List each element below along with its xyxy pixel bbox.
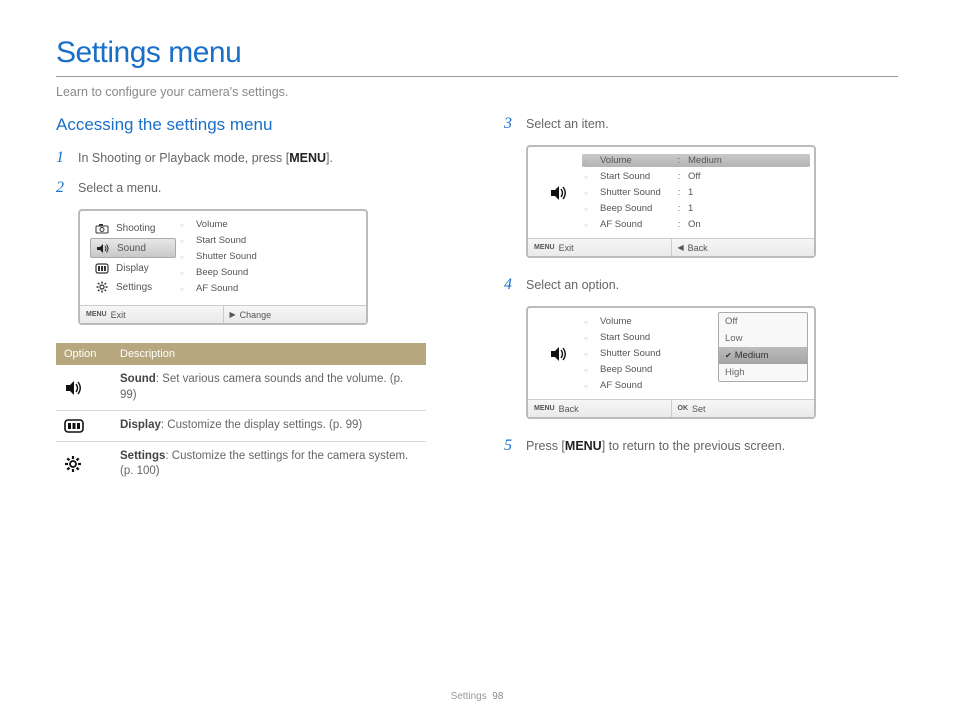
table-head-description: Description: [112, 343, 426, 365]
step-5-text-b: ] to return to the previous screen.: [602, 439, 785, 453]
menu-item-sound: Sound: [90, 238, 176, 258]
gear-icon: [94, 281, 110, 293]
speaker-icon: [95, 242, 111, 254]
menu-item-display: Display: [90, 259, 176, 277]
section-heading: Accessing the settings menu: [56, 115, 456, 135]
menu-item-shooting: Shooting: [90, 219, 176, 237]
footer-back: MENUBack: [528, 400, 671, 417]
footer-change: ▶Change: [223, 306, 367, 323]
display-icon: [56, 411, 112, 442]
menu-key-icon: MENU: [534, 405, 555, 412]
menu-item-settings: Settings: [90, 278, 176, 296]
step-number: 1: [56, 149, 70, 167]
table-row: Settings: Customize the settings for the…: [56, 441, 426, 487]
option-medium: Medium: [719, 347, 807, 364]
step-3: 3 Select an item.: [504, 115, 864, 133]
table-row: Display: Customize the display settings.…: [56, 411, 426, 442]
step-1-text-b: ].: [326, 151, 333, 165]
menu-key: MENU: [289, 151, 326, 165]
step-5: 5 Press [MENU] to return to the previous…: [504, 437, 864, 455]
options-table: Option Description Sound: Set various ca…: [56, 343, 426, 487]
menu-key: MENU: [565, 439, 602, 453]
left-arrow-icon: ◀: [678, 243, 684, 252]
table-row: Sound: Set various camera sounds and the…: [56, 365, 426, 411]
footer-set: OKSet: [671, 400, 815, 417]
step-5-text-a: Press [: [526, 439, 565, 453]
menu-key-icon: MENU: [86, 311, 107, 318]
gear-icon: [56, 441, 112, 487]
step-number: 3: [504, 115, 518, 133]
step-4-text: Select an option.: [526, 278, 619, 292]
step-1-text-a: In Shooting or Playback mode, press [: [78, 151, 289, 165]
lcd-item-select: Volume:Medium Start Sound:Off Shutter So…: [526, 145, 816, 258]
page-footer: Settings 98: [0, 691, 954, 702]
step-3-text: Select an item.: [526, 117, 609, 131]
table-head-option: Option: [56, 343, 112, 365]
speaker-icon: [56, 365, 112, 411]
speaker-icon: [549, 185, 569, 201]
camera-icon: [94, 222, 110, 234]
option-high: High: [719, 364, 807, 381]
step-4: 4 Select an option.: [504, 276, 864, 294]
speaker-icon: [549, 346, 569, 362]
lcd-option-select: Volume Start Sound Shutter Sound Beep So…: [526, 306, 816, 419]
option-off: Off: [719, 313, 807, 330]
step-2-text: Select a menu.: [78, 181, 161, 195]
option-low: Low: [719, 330, 807, 347]
step-2: 2 Select a menu.: [56, 179, 456, 197]
step-number: 2: [56, 179, 70, 197]
page-title: Settings menu: [56, 36, 898, 70]
page-subtitle: Learn to configure your camera's setting…: [56, 85, 898, 99]
display-icon: [94, 262, 110, 274]
step-1: 1 In Shooting or Playback mode, press [M…: [56, 149, 456, 167]
menu-key-icon: MENU: [534, 244, 555, 251]
option-dropdown: Off Low Medium High: [718, 312, 808, 382]
footer-back: ◀Back: [671, 239, 815, 256]
footer-exit: MENUExit: [528, 239, 671, 256]
ok-key-icon: OK: [678, 405, 689, 412]
lcd-menu-select: Shooting Sound Display: [78, 209, 368, 325]
right-arrow-icon: ▶: [230, 310, 236, 319]
footer-exit: MENUExit: [80, 306, 223, 323]
title-rule: [56, 76, 898, 77]
step-number: 5: [504, 437, 518, 455]
step-number: 4: [504, 276, 518, 294]
